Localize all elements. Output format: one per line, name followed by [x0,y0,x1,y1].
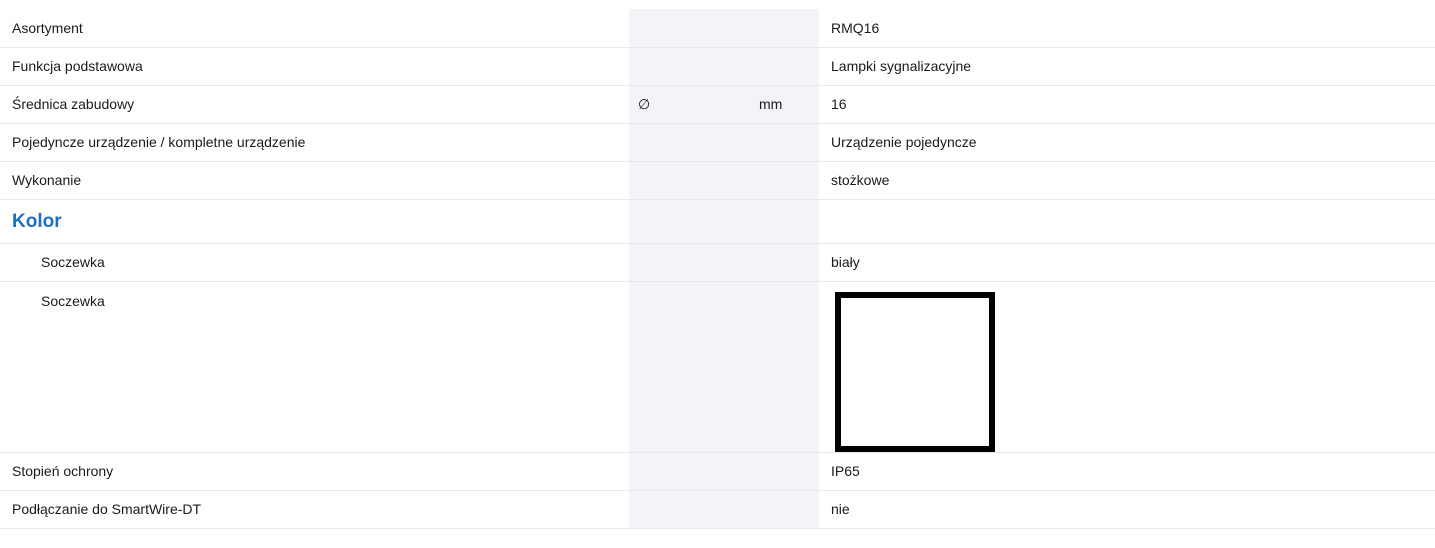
row-unit [744,9,819,48]
section-title: Kolor [0,199,629,244]
row-symbol [629,47,744,86]
section-header-kolor: Kolor [0,199,1435,244]
diameter-symbol: ∅ [629,85,744,124]
row-label: Soczewka [0,281,629,453]
row-value: 16 [819,85,1435,124]
row-unit [744,47,819,86]
row-symbol [629,9,744,48]
row-unit: mm [744,85,819,124]
row-value: Lampki sygnalizacyjne [819,47,1435,86]
row-symbol [629,123,744,162]
table-row: Soczewka [0,281,1435,453]
row-label: Podłączanie do SmartWire-DT [0,490,629,529]
table-row: Pojedyncze urządzenie / kompletne urządz… [0,123,1435,162]
spec-page: Asortyment RMQ16 Funkcja podstawowa Lamp… [0,0,1435,548]
row-label: Soczewka [0,243,629,282]
row-value: Urządzenie pojedyncze [819,123,1435,162]
row-label: Funkcja podstawowa [0,47,629,86]
row-symbol [629,161,744,200]
row-label: Pojedyncze urządzenie / kompletne urządz… [0,123,629,162]
table-row: Średnica zabudowy ∅ mm 16 [0,85,1435,124]
row-value: IP65 [819,452,1435,491]
row-value: biały [819,243,1435,282]
spec-table: Asortyment RMQ16 Funkcja podstawowa Lamp… [0,9,1435,529]
row-label: Stopień ochrony [0,452,629,491]
table-row: Soczewka biały [0,243,1435,282]
table-row: Stopień ochrony IP65 [0,452,1435,491]
table-row: Asortyment RMQ16 [0,9,1435,48]
row-label: Średnica zabudowy [0,85,629,124]
table-row: Funkcja podstawowa Lampki sygnalizacyjne [0,47,1435,86]
row-value: nie [819,490,1435,529]
row-label: Wykonanie [0,161,629,200]
row-unit [744,161,819,200]
row-value: stożkowe [819,161,1435,200]
row-value: RMQ16 [819,9,1435,48]
color-swatch [835,291,995,451]
table-row: Podłączanie do SmartWire-DT nie [0,490,1435,529]
table-row: Wykonanie stożkowe [0,161,1435,200]
row-unit [744,123,819,162]
row-label: Asortyment [0,9,629,48]
